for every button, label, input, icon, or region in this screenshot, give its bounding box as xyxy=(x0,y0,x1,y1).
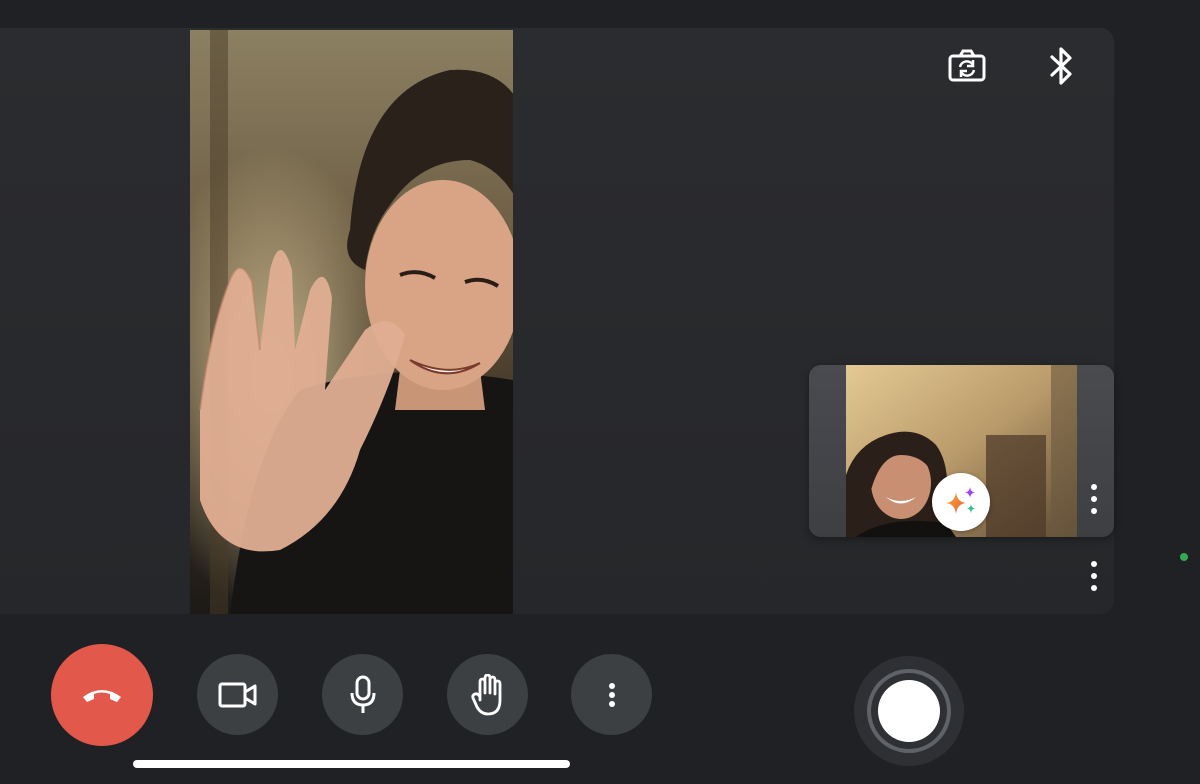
videocam-icon xyxy=(218,682,256,707)
dot xyxy=(1091,573,1097,579)
dot xyxy=(1091,496,1097,502)
dot xyxy=(608,700,615,707)
more-options-button[interactable] xyxy=(571,654,652,735)
remote-video-frame xyxy=(190,30,513,614)
stage-more-options-button[interactable] xyxy=(1088,559,1100,593)
mic-icon xyxy=(350,675,375,713)
end-call-button[interactable] xyxy=(51,644,153,746)
remote-participant-video[interactable] xyxy=(190,30,513,614)
dot xyxy=(1091,508,1097,514)
sparkle-effects-icon[interactable] xyxy=(932,473,990,531)
shutter-inner-ring xyxy=(871,673,947,749)
shutter-button[interactable] xyxy=(854,656,964,766)
shutter-ring xyxy=(867,669,951,753)
status-indicator xyxy=(1180,553,1188,561)
dot xyxy=(608,691,615,698)
home-indicator[interactable] xyxy=(133,760,570,768)
shutter-button-icon xyxy=(878,680,940,742)
more-vert-icon xyxy=(606,681,618,709)
phone-hangup-icon xyxy=(83,690,121,702)
dot xyxy=(1091,585,1097,591)
camera-toggle-button[interactable] xyxy=(197,654,278,735)
dot xyxy=(608,682,615,689)
bluetooth-icon[interactable] xyxy=(1042,46,1082,86)
camera-flip-icon[interactable] xyxy=(947,46,987,86)
video-call-screen xyxy=(0,0,1200,784)
self-view-more-options-button[interactable] xyxy=(1088,482,1100,516)
dot xyxy=(1091,484,1097,490)
raise-hand-icon xyxy=(470,673,501,715)
dot xyxy=(1091,561,1097,567)
microphone-toggle-button[interactable] xyxy=(322,654,403,735)
raise-hand-button[interactable] xyxy=(447,654,528,735)
